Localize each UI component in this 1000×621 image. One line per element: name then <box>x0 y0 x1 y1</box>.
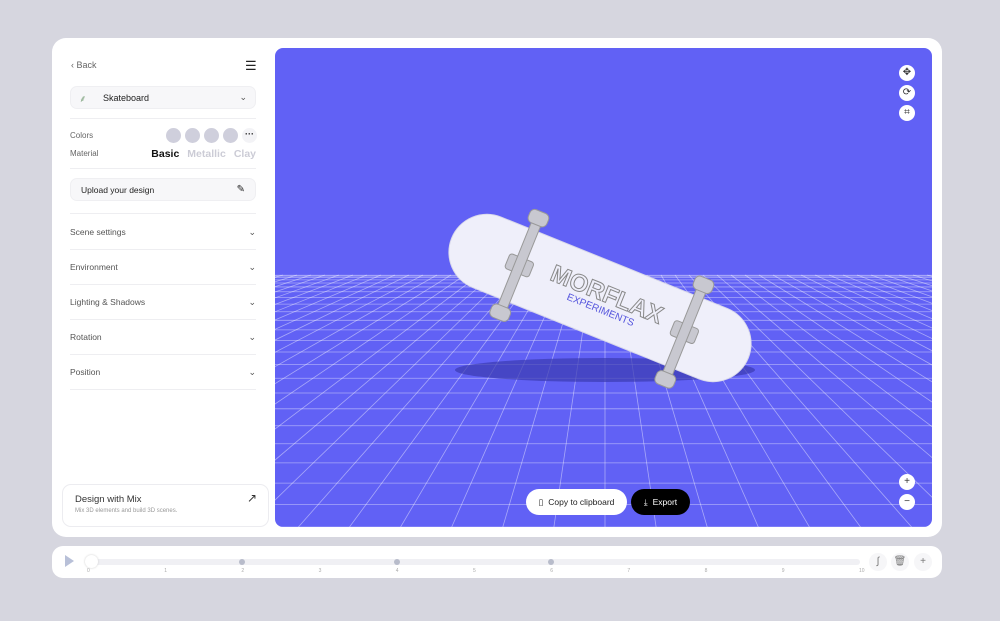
material-label: Material <box>70 149 99 158</box>
rotate-icon[interactable]: ⟳ <box>899 85 915 101</box>
keyframe-marker[interactable] <box>548 559 555 565</box>
divider <box>70 168 256 169</box>
timeline-tick: 0 <box>87 568 90 574</box>
timeline: ∫ 🗑 + 0 1 2 3 4 5 6 7 8 9 10 <box>52 546 942 578</box>
3d-viewport[interactable]: MORFLAX EXPERIMENTS ✥ ⟳ ⌗ + − ▯ Copy to c… <box>275 48 932 527</box>
section-position[interactable]: Position ⌄ <box>70 355 256 390</box>
timeline-tick: 1 <box>164 568 167 574</box>
section-label: Scene settings <box>70 227 126 237</box>
section-label: Lighting & Shadows <box>70 297 146 307</box>
copy-to-clipboard-button[interactable]: ▯ Copy to clipboard <box>526 489 627 515</box>
material-clay[interactable]: Clay <box>234 148 256 160</box>
timeline-tick: 9 <box>781 568 785 574</box>
add-keyframe-button[interactable]: + <box>914 553 932 571</box>
design-with-mix-card[interactable]: Design with Mix Mix 3D elements and buil… <box>62 484 269 527</box>
trash-icon[interactable]: 🗑 <box>891 553 909 571</box>
playhead-handle[interactable] <box>85 555 98 568</box>
color-swatch[interactable] <box>223 128 238 143</box>
grid-line <box>912 274 932 282</box>
grid-line <box>275 274 312 288</box>
grid-line <box>275 274 508 501</box>
grid-line <box>926 274 932 277</box>
sidebar: ‹ Back ☰ ⸙ Skateboard ⌄ Colors ··· Mater… <box>52 38 274 537</box>
more-colors-icon[interactable]: ··· <box>242 128 257 143</box>
divider <box>70 213 256 214</box>
divider <box>70 118 256 119</box>
skateboard-icon: ⸙ <box>79 93 87 105</box>
timeline-tick: 2 <box>241 568 245 574</box>
copy-label: Copy to clipboard <box>548 497 615 507</box>
grid-line <box>275 274 368 313</box>
menu-icon[interactable]: ☰ <box>245 58 257 74</box>
back-button[interactable]: ‹ Back <box>71 60 97 70</box>
grid-line <box>856 274 932 304</box>
play-icon[interactable] <box>65 555 74 567</box>
grid-line <box>275 274 382 321</box>
grid-line <box>275 274 494 461</box>
material-options: Basic Metallic Clay <box>151 148 256 160</box>
color-swatch[interactable] <box>166 128 181 143</box>
color-swatch[interactable] <box>185 128 200 143</box>
material-basic[interactable]: Basic <box>151 148 179 160</box>
pencil-icon: ✎ <box>236 184 245 195</box>
arrow-up-right-icon: ↗ <box>246 491 257 505</box>
grid-line <box>275 274 424 353</box>
curve-icon[interactable]: ∫ <box>869 553 887 571</box>
section-label: Environment <box>70 262 118 272</box>
crop-icon[interactable]: ⌗ <box>899 105 915 121</box>
product-select[interactable]: ⸙ Skateboard ⌄ <box>70 86 256 109</box>
chevron-down-icon: ⌄ <box>248 226 256 237</box>
upload-label: Upload your design <box>81 184 155 195</box>
grid-line <box>275 274 340 299</box>
back-label: Back <box>76 60 97 70</box>
grid-line <box>400 274 550 527</box>
timeline-tick: 4 <box>395 568 399 574</box>
grid-line <box>275 274 438 368</box>
grid-line <box>275 274 326 293</box>
section-label: Rotation <box>70 332 102 342</box>
chevron-down-icon: ⌄ <box>248 331 256 342</box>
chevron-down-icon: ⌄ <box>239 92 247 102</box>
timeline-tick: 3 <box>318 568 322 574</box>
section-lighting-shadows[interactable]: Lighting & Shadows ⌄ <box>70 285 256 320</box>
keyframe-marker[interactable] <box>393 559 400 565</box>
color-swatches: ··· <box>166 128 257 143</box>
scene-canvas: MORFLAX EXPERIMENTS <box>275 208 932 527</box>
timeline-tick: 5 <box>473 568 476 574</box>
keyframe-marker[interactable] <box>239 559 246 565</box>
grid-line <box>828 274 932 320</box>
zoom-in-button[interactable]: + <box>899 474 915 490</box>
download-icon: ⤓ <box>643 496 648 507</box>
chevron-down-icon: ⌄ <box>248 261 256 272</box>
move-icon[interactable]: ✥ <box>899 65 915 81</box>
export-label: Export <box>652 497 678 507</box>
material-metallic[interactable]: Metallic <box>187 148 226 160</box>
mix-title: Design with Mix <box>75 494 142 505</box>
grid-line <box>275 274 452 385</box>
section-environment[interactable]: Environment ⌄ <box>70 250 256 285</box>
color-swatch[interactable] <box>204 128 219 143</box>
zoom-out-button[interactable]: − <box>899 494 915 510</box>
clipboard-icon: ▯ <box>538 496 544 507</box>
timeline-track[interactable] <box>85 555 860 568</box>
export-button[interactable]: ⤓ Export <box>631 489 690 515</box>
mix-subtitle: Mix 3D elements and build 3D scenes. <box>75 508 178 514</box>
timeline-tick: 6 <box>550 568 553 574</box>
upload-design-button[interactable]: Upload your design ✎ <box>70 178 256 201</box>
timeline-tick: 10 <box>859 568 865 574</box>
chevron-down-icon: ⌄ <box>248 296 256 307</box>
grid-line <box>870 274 932 298</box>
chevron-down-icon: ⌄ <box>248 366 256 377</box>
colors-label: Colors <box>70 131 94 140</box>
section-scene-settings[interactable]: Scene settings ⌄ <box>70 215 256 250</box>
section-rotation[interactable]: Rotation ⌄ <box>70 320 256 355</box>
grid-line <box>716 274 932 459</box>
section-label: Position <box>70 367 101 377</box>
product-label: Skateboard <box>103 92 150 103</box>
editor-card: ‹ Back ☰ ⸙ Skateboard ⌄ Colors ··· Mater… <box>52 38 942 537</box>
timeline-tick: 8 <box>704 568 708 574</box>
grid-line <box>275 274 410 341</box>
timeline-tick: 7 <box>627 568 631 574</box>
